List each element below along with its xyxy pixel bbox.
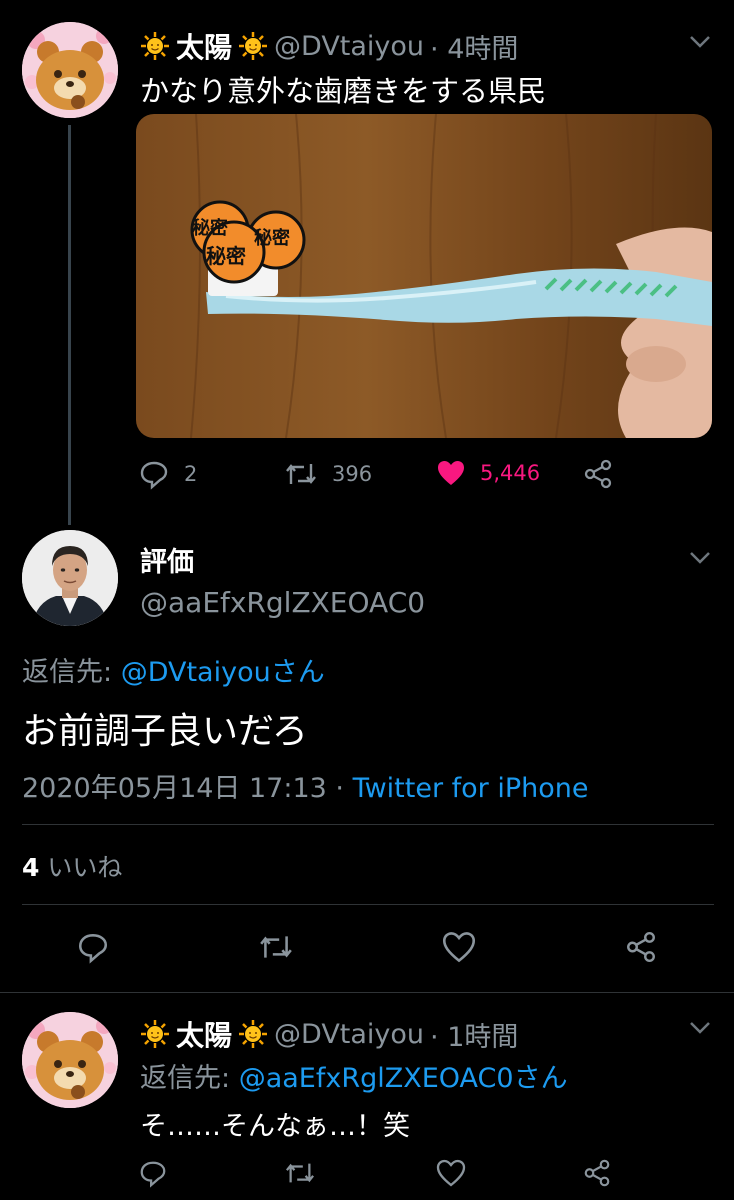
author-name[interactable]: 評価 [140, 540, 194, 579]
reply-to-user-link[interactable]: @aaEfxRglZXEOAC0さん [239, 1063, 568, 1094]
sun-icon [140, 1019, 170, 1049]
heart-icon [436, 458, 466, 488]
reply-to: 返信先: @aaEfxRglZXEOAC0さん [140, 1056, 568, 1095]
like-count: 5,446 [480, 461, 541, 485]
reply-to-prefix: 返信先: [22, 657, 121, 688]
sun-icon [238, 31, 268, 61]
tweet-image[interactable]: 秘密 秘密 秘密 [136, 114, 712, 438]
share-icon[interactable] [582, 1158, 612, 1188]
author-handle[interactable]: @DVtaiyou [274, 31, 424, 62]
avatar[interactable] [22, 22, 118, 118]
author-handle[interactable]: @aaEfxRglZXEOAC0 [140, 586, 425, 619]
thread-line [68, 125, 71, 525]
client-link[interactable]: Twitter for iPhone [353, 773, 589, 804]
retweet-button[interactable]: 396 [284, 458, 372, 490]
like-button[interactable]: 5,446 [436, 458, 540, 488]
retweet-icon [284, 458, 318, 490]
like-label: いいね [47, 853, 123, 882]
heart-icon[interactable] [436, 1158, 466, 1188]
author-name[interactable]: 太陽 [176, 1014, 232, 1054]
divider [22, 824, 714, 825]
reply-to: 返信先: @DVtaiyouさん [22, 650, 325, 689]
sticker-label: 秘密 [192, 218, 228, 239]
retweet-icon[interactable] [258, 930, 294, 964]
tweet-timestamp: 2020年05月14日 17:13 · [22, 773, 353, 804]
sticker-label: 秘密 [206, 244, 246, 268]
tweet-time: · 1時間 [430, 1021, 519, 1053]
divider [0, 992, 734, 993]
tweet-time: · 4時間 [430, 33, 519, 65]
avatar[interactable] [22, 530, 118, 626]
reply-button[interactable]: 2 [138, 458, 197, 490]
reply-to-prefix: 返信先: [140, 1063, 239, 1094]
reply-icon [138, 458, 170, 490]
chevron-down-icon[interactable] [688, 550, 712, 566]
reply-to-user-link[interactable]: @DVtaiyouさん [121, 657, 325, 688]
heart-icon[interactable] [442, 930, 476, 964]
retweet-icon[interactable] [284, 1158, 316, 1188]
reply-icon[interactable] [138, 1158, 168, 1188]
likes-summary[interactable]: 4 いいね [22, 848, 122, 884]
avatar[interactable] [22, 1012, 118, 1108]
tweet-text: そ……そんなぁ…！笑 [140, 1111, 410, 1142]
divider [22, 904, 714, 905]
tweet-meta: 2020年05月14日 17:13 · Twitter for iPhone [22, 766, 589, 805]
sticker-label: 秘密 [254, 228, 290, 249]
share-icon[interactable] [582, 458, 614, 490]
chevron-down-icon[interactable] [688, 1020, 712, 1036]
reply-count: 2 [184, 462, 198, 486]
sun-icon [238, 1019, 268, 1049]
reply-icon[interactable] [76, 930, 110, 964]
tweet-text: かなり意外な歯磨きをする県民 [140, 74, 547, 108]
share-icon[interactable] [624, 930, 658, 964]
tweet-text: お前調子良いだろ [22, 711, 308, 752]
sun-icon [140, 31, 170, 61]
like-count: 4 [22, 853, 40, 882]
chevron-down-icon[interactable] [688, 34, 712, 50]
retweet-count: 396 [332, 462, 373, 486]
author-handle[interactable]: @DVtaiyou [274, 1019, 424, 1050]
author-name[interactable]: 太陽 [176, 26, 232, 66]
